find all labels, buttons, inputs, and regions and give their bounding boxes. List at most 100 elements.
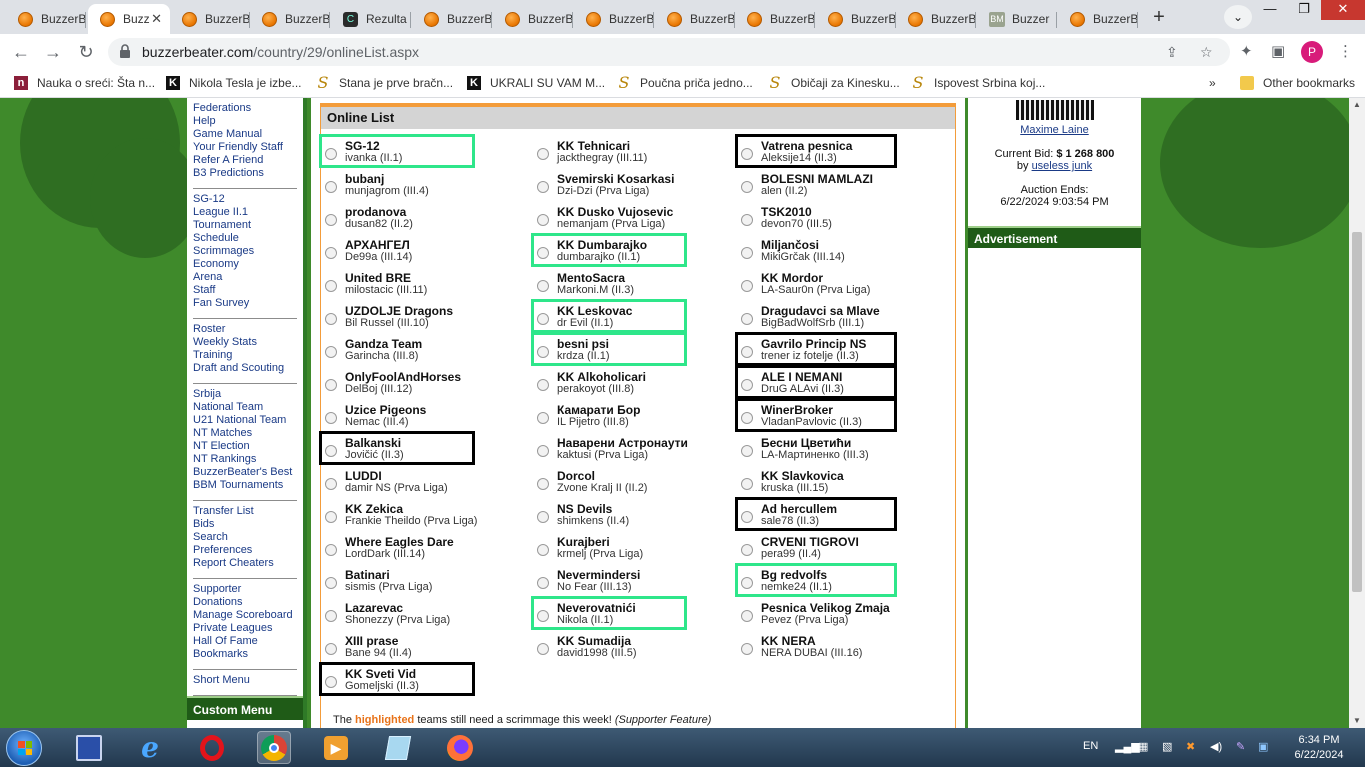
nav-link[interactable]: National Team [193,401,297,414]
manager-name[interactable]: Zvone Kralj II (II.2) [557,482,647,494]
nav-link[interactable]: Your Friendly Staff [193,141,297,154]
team-name[interactable]: Miljančosi [761,238,819,252]
nav-link[interactable]: Staff [193,284,297,297]
manager-name[interactable]: devon70 (III.5) [761,218,832,230]
team-radio[interactable] [741,445,753,457]
nav-link[interactable]: SG-12 [193,193,297,206]
team-radio[interactable] [325,346,337,358]
team-radio[interactable] [325,181,337,193]
team-name[interactable]: KK NERA [761,634,816,648]
nav-link[interactable]: Training [193,349,297,362]
nav-link[interactable]: Donations [193,596,297,609]
browser-tab[interactable]: C Rezulta [331,4,411,34]
team-name[interactable]: LUDDI [345,469,382,483]
nav-link[interactable]: Manage Scoreboard [193,609,297,622]
bookmark-item[interactable]: K Nikola Tesla je izbe... [166,76,302,90]
team-name[interactable]: Kurajberi [557,535,610,549]
team-radio[interactable] [537,181,549,193]
side-panel-icon[interactable]: ▣ [1271,42,1285,60]
browser-tab[interactable]: BuzzerB [574,4,654,34]
manager-name[interactable]: VladanPavlovic (II.3) [761,416,862,428]
language-indicator[interactable]: EN [1083,740,1098,752]
team-radio[interactable] [741,577,753,589]
team-name[interactable]: Gavrilo Princip NS [761,337,866,351]
team-name[interactable]: besni psi [557,337,609,351]
manager-name[interactable]: dusan82 (II.2) [345,218,413,230]
nav-link[interactable]: BuzzerBeater's Best [193,466,297,479]
manager-name[interactable]: BigBadWolfSrb (III.1) [761,317,864,329]
manager-name[interactable]: Aleksije14 (II.3) [761,152,837,164]
nav-link[interactable]: League II.1 [193,206,297,219]
manager-name[interactable]: Markoni.M (II.3) [557,284,634,296]
team-name[interactable]: KK Mordor [761,271,823,285]
internet-explorer-icon[interactable]: e [133,731,167,764]
team-name[interactable]: Nevermindersi [557,568,640,582]
bookmarks-overflow[interactable]: » [1209,76,1216,90]
team-radio[interactable] [537,412,549,424]
manager-name[interactable]: david1998 (III.5) [557,647,637,659]
team-name[interactable]: NS Devils [557,502,612,516]
manager-name[interactable]: sale78 (II.3) [761,515,819,527]
team-radio[interactable] [537,643,549,655]
forward-icon[interactable]: → [42,42,64,63]
browser-tab[interactable]: BuzzerB [655,4,735,34]
manager-name[interactable]: sismis (Prva Liga) [345,581,432,593]
nav-link[interactable]: Hall Of Fame [193,635,297,648]
team-name[interactable]: KK Dusko Vujosevic [557,205,673,219]
bidder-link[interactable]: useless junk [1032,160,1093,172]
tab-search-button[interactable]: ⌄ [1224,5,1252,29]
network-icon[interactable]: ▦ [1138,740,1148,753]
nav-link[interactable]: Private Leagues [193,622,297,635]
manager-name[interactable]: perakoyot (III.8) [557,383,634,395]
manager-name[interactable]: dumbarajko (II.1) [557,251,640,263]
team-name[interactable]: XIII prase [345,634,398,648]
team-name[interactable]: Svemirski Kosarkasi [557,172,674,186]
team-radio[interactable] [741,346,753,358]
nav-link[interactable]: Short Menu [193,674,297,687]
manager-name[interactable]: kruska (III.15) [761,482,828,494]
team-name[interactable]: United BRE [345,271,411,285]
bookmark-item[interactable]: n Nauka o sreći: Šta n... [14,76,155,90]
team-radio[interactable] [325,544,337,556]
manager-name[interactable]: Bil Russel (III.10) [345,317,429,329]
manager-name[interactable]: DruG ALAvi (II.3) [761,383,844,395]
nav-link[interactable]: Weekly Stats [193,336,297,349]
pen-icon[interactable]: ✎ [1236,740,1245,753]
team-name[interactable]: Bg redvolfs [761,568,827,582]
team-radio[interactable] [741,544,753,556]
team-name[interactable]: KK Sveti Vid [345,667,416,681]
browser-tab[interactable]: BuzzerB [6,4,86,34]
team-radio[interactable] [325,247,337,259]
browser-tab[interactable]: BuzzerB [735,4,815,34]
firefox-icon[interactable] [443,731,477,764]
manager-name[interactable]: nemanjam (Prva Liga) [557,218,665,230]
team-radio[interactable] [537,577,549,589]
back-icon[interactable]: ← [10,42,32,63]
nav-link[interactable]: Srbija [193,388,297,401]
team-radio[interactable] [537,247,549,259]
browser-tab[interactable]: BuzzerB [1058,4,1138,34]
close-tab-icon[interactable]: ✕ [151,11,162,27]
team-radio[interactable] [741,247,753,259]
team-radio[interactable] [325,379,337,391]
team-name[interactable]: Ad hercullem [761,502,837,516]
manager-name[interactable]: jackthegray (III.11) [557,152,647,164]
tray-app-icon[interactable]: ▧ [1162,740,1172,753]
team-radio[interactable] [325,511,337,523]
signal-icon[interactable]: ▂▄▆ [1115,740,1140,753]
team-radio[interactable] [325,577,337,589]
team-name[interactable]: OnlyFoolAndHorses [345,370,461,384]
browser-tab[interactable]: BuzzerB [170,4,250,34]
team-radio[interactable] [741,280,753,292]
team-name[interactable]: Lazarevac [345,601,403,615]
team-name[interactable]: CRVENI TIGROVI [761,535,859,549]
manager-name[interactable]: kaktusi (Prva Liga) [557,449,648,461]
team-radio[interactable] [537,346,549,358]
manager-name[interactable]: LordDark (III.14) [345,548,425,560]
browser-tab[interactable]: BuzzerB [816,4,896,34]
manager-name[interactable]: IL Pijetro (III.8) [557,416,629,428]
nav-link[interactable]: Report Cheaters [193,557,297,570]
manager-name[interactable]: De99a (III.14) [345,251,412,263]
manager-name[interactable]: Bane 94 (II.4) [345,647,412,659]
manager-name[interactable]: DelBoj (III.12) [345,383,412,395]
